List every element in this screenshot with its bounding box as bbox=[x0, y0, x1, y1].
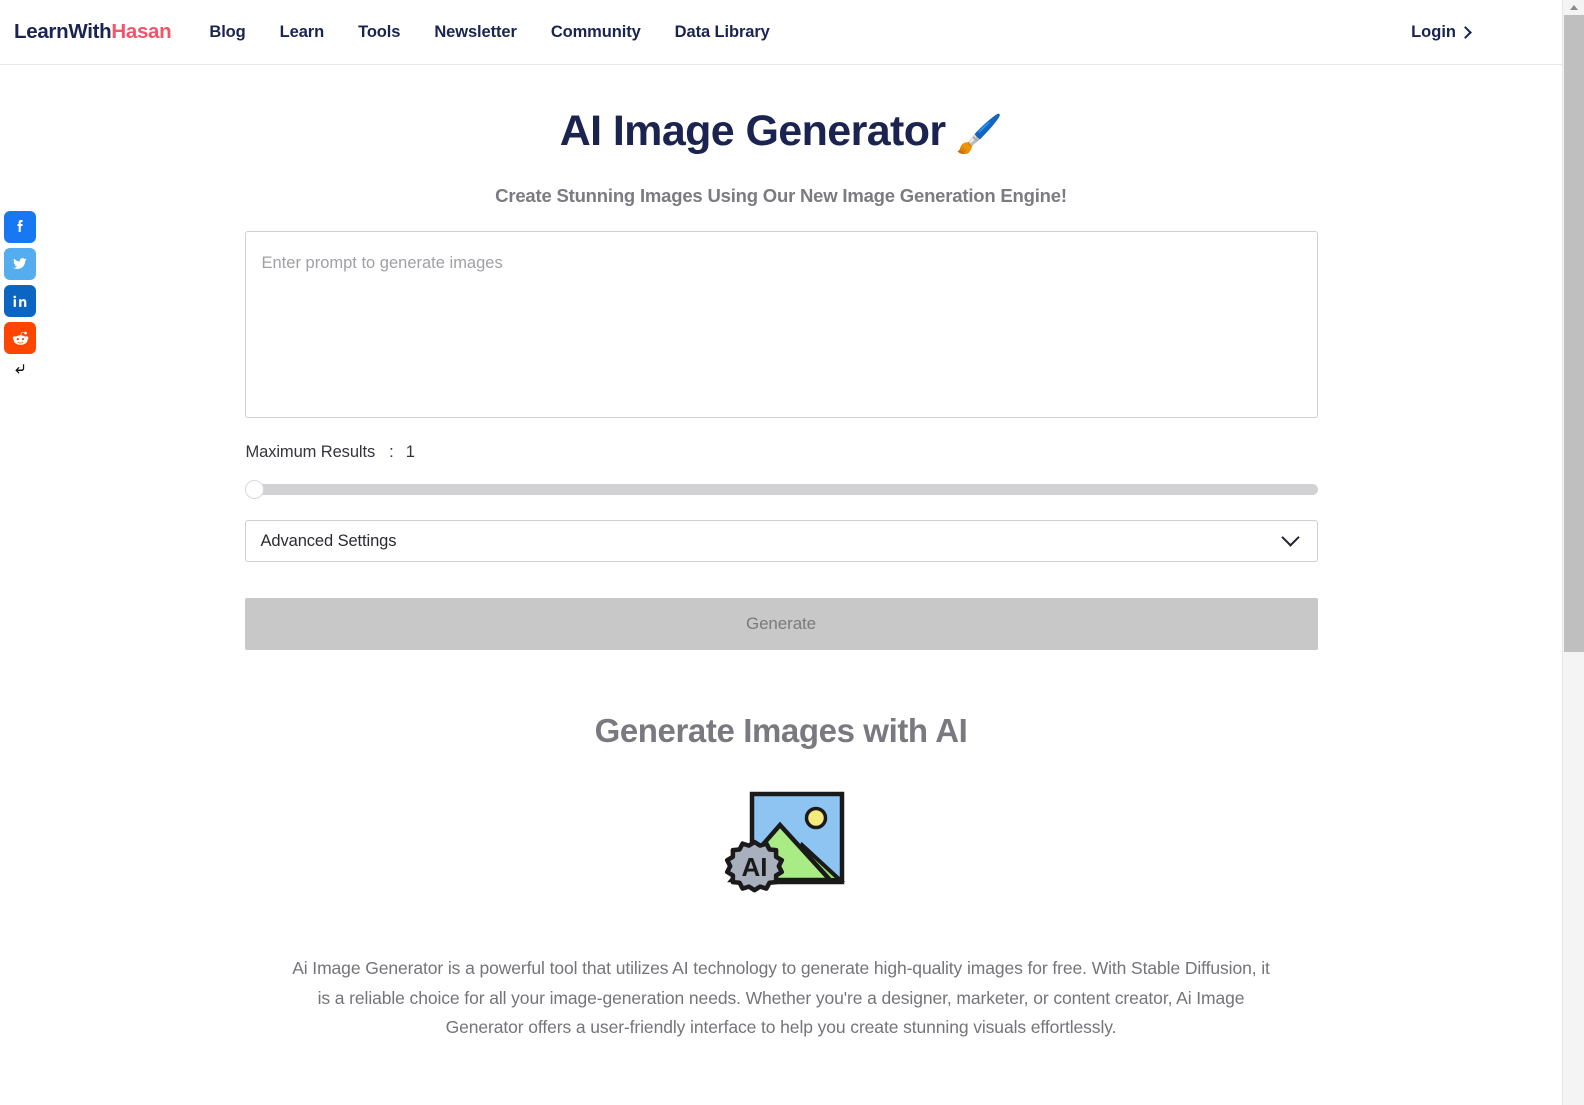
login-label: Login bbox=[1411, 22, 1456, 41]
twitter-icon bbox=[10, 254, 30, 274]
max-results-value: 1 bbox=[405, 443, 415, 462]
page-title: AI Image Generator 🖌️ bbox=[0, 107, 1562, 157]
caret-up-icon bbox=[1569, 4, 1578, 10]
scrollbar-thumb[interactable] bbox=[1564, 15, 1584, 652]
hide-arrow-icon bbox=[14, 364, 24, 374]
nav-item-data-library[interactable]: Data Library bbox=[675, 23, 770, 42]
site-logo[interactable]: LearnWithHasan bbox=[14, 20, 172, 44]
nav-item-newsletter[interactable]: Newsletter bbox=[434, 23, 517, 42]
reddit-icon bbox=[10, 328, 31, 349]
info-paragraph: Ai Image Generator is a powerful tool th… bbox=[292, 958, 1270, 1038]
max-results-slider[interactable] bbox=[244, 480, 1318, 500]
generate-button[interactable]: Generate bbox=[244, 598, 1318, 651]
page-title-text: AI Image Generator bbox=[559, 107, 946, 155]
facebook-icon bbox=[10, 217, 30, 237]
max-results-row: Maximum Results : 1 bbox=[245, 443, 1318, 462]
info-section-heading: Generate Images with AI bbox=[594, 712, 968, 750]
page-subtitle: Create Stunning Images Using Our New Ima… bbox=[495, 185, 1067, 207]
max-results-separator: : bbox=[389, 443, 394, 462]
chevron-down-icon bbox=[1280, 528, 1300, 547]
nav-item-blog[interactable]: Blog bbox=[209, 23, 245, 42]
advanced-settings-dropdown[interactable]: Advanced Settings bbox=[244, 520, 1318, 563]
page-scrollbar[interactable] bbox=[1562, 0, 1584, 1105]
linkedin-icon bbox=[10, 291, 30, 311]
share-facebook-button[interactable] bbox=[4, 211, 36, 243]
advanced-settings-label: Advanced Settings bbox=[260, 531, 397, 550]
chevron-right-icon bbox=[1459, 25, 1472, 39]
browser-viewport: LearnWithHasan Blog Learn Tools Newslett… bbox=[0, 0, 1562, 1105]
main-content: AI Image Generator 🖌️ Create Stunning Ima… bbox=[0, 107, 1562, 1105]
main-navigation: Blog Learn Tools Newsletter Community Da… bbox=[209, 23, 769, 42]
ai-image-icon-wrapper: AI bbox=[0, 784, 1562, 908]
hide-share-rail-button[interactable] bbox=[4, 359, 36, 381]
logo-primary-text: LearnWith bbox=[14, 20, 112, 43]
page-root: LearnWithHasan Blog Learn Tools Newslett… bbox=[0, 0, 1584, 1105]
scrollbar-up-button[interactable] bbox=[1563, 0, 1584, 14]
site-header: LearnWithHasan Blog Learn Tools Newslett… bbox=[0, 0, 1562, 65]
share-reddit-button[interactable] bbox=[4, 322, 36, 354]
nav-item-community[interactable]: Community bbox=[551, 23, 641, 42]
max-results-label: Maximum Results bbox=[245, 443, 376, 462]
login-button[interactable]: Login bbox=[1411, 22, 1472, 42]
nav-item-tools[interactable]: Tools bbox=[358, 23, 400, 42]
paintbrush-icon: 🖌️ bbox=[955, 114, 1003, 156]
slider-thumb[interactable] bbox=[244, 480, 264, 500]
share-linkedin-button[interactable] bbox=[4, 285, 36, 317]
slider-track[interactable] bbox=[244, 484, 1318, 496]
prompt-input[interactable] bbox=[244, 231, 1318, 419]
ai-image-gear-icon: AI bbox=[724, 792, 845, 893]
generator-form: Maximum Results : 1 Advanced Settings Ge… bbox=[244, 231, 1318, 651]
share-twitter-button[interactable] bbox=[4, 248, 36, 280]
logo-accent-text: Hasan bbox=[111, 20, 172, 43]
social-share-rail bbox=[4, 211, 37, 381]
svg-text:AI: AI bbox=[741, 852, 767, 882]
nav-item-learn[interactable]: Learn bbox=[280, 23, 325, 42]
